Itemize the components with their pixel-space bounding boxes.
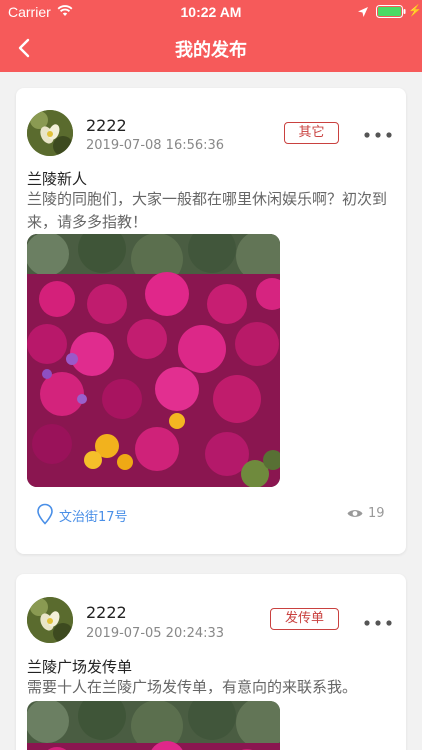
username: 2222 [86, 116, 127, 135]
location-text: 文治街17号 [59, 510, 128, 525]
post-text: 需要十人在兰陵广场发传单，有意向的来联系我。 [27, 678, 358, 696]
more-options-icon[interactable] [363, 126, 393, 138]
page-title: 我的发布 [175, 40, 247, 61]
post-photo[interactable] [27, 234, 280, 487]
post-card[interactable]: 2222 2019-07-05 20:24:33 发传单 兰陵广场发传单 需要十… [16, 574, 406, 750]
post-title: 兰陵广场发传单 [27, 658, 133, 676]
avatar[interactable] [27, 597, 73, 643]
map-pin-icon [36, 503, 54, 529]
post-time: 2019-07-08 16:56:36 [86, 138, 225, 153]
username: 2222 [86, 603, 127, 622]
post-text: 兰陵的同胞们，大家一般都在哪里休闲娱乐啊？初次到来，请多多指教！ [27, 190, 388, 231]
post-time: 2019-07-05 20:24:33 [86, 626, 225, 641]
post-photo[interactable] [27, 701, 280, 750]
more-options-icon[interactable] [363, 614, 393, 626]
eye-icon [347, 508, 363, 523]
battery-icon [376, 5, 406, 21]
post-card[interactable]: 2222 2019-07-08 16:56:36 其它 兰陵新人 兰陵的同胞们，… [16, 88, 406, 554]
status-bar: Carrier 10:22 AM ⚡ [0, 0, 422, 24]
charging-bolt-icon: ⚡ [408, 5, 422, 17]
views-count: 19 [368, 506, 385, 521]
category-tag: 其它 [284, 122, 339, 144]
post-title: 兰陵新人 [27, 170, 88, 188]
avatar[interactable] [27, 110, 73, 156]
category-tag: 发传单 [270, 608, 339, 630]
nav-bar: 我的发布 [0, 24, 422, 72]
location-arrow-icon [357, 5, 369, 21]
